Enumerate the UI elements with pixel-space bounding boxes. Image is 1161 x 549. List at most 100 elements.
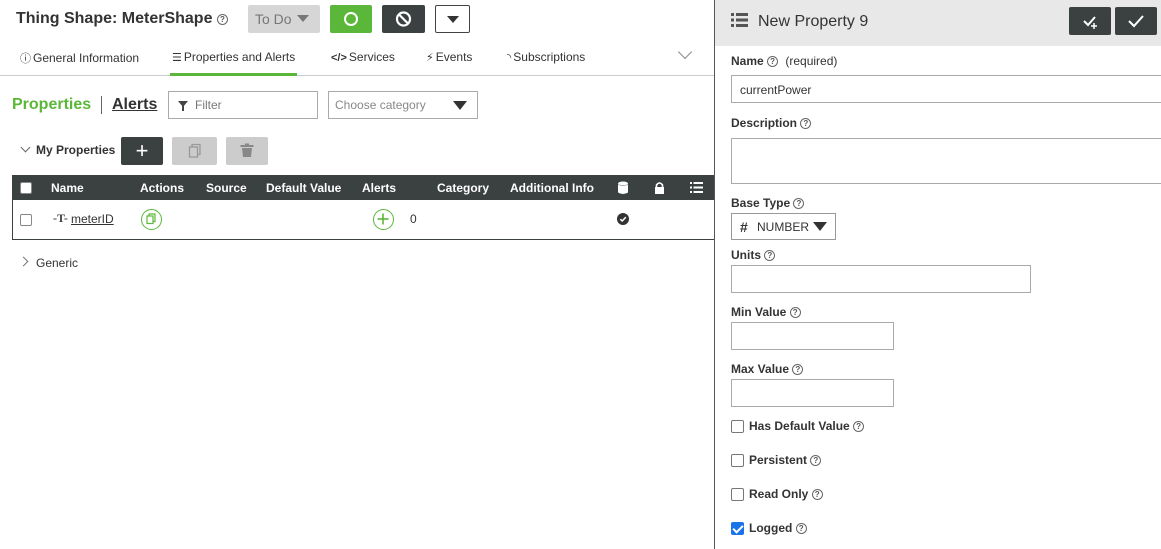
help-icon[interactable]: ? [767,56,779,67]
select-all-checkbox[interactable] [20,182,32,194]
copy-icon [146,213,156,225]
logged-checkbox[interactable] [731,522,744,535]
description-label: Description ? [731,116,812,130]
filter-input[interactable]: Filter [168,91,318,119]
base-type-label: Base Type ? [731,196,805,210]
duplicate-property-button[interactable] [172,137,217,165]
category-select[interactable]: Choose category [328,91,478,119]
column-default-value[interactable]: Default Value [266,181,341,195]
copy-action-button[interactable] [141,209,162,230]
page-title: Thing Shape: MeterShape ? [16,10,228,28]
logged-label: Logged ? [749,521,807,535]
max-value-field[interactable] [731,379,894,407]
column-actions: Actions [140,181,185,195]
help-icon[interactable]: ? [795,523,807,534]
help-icon[interactable]: ? [853,421,865,432]
number-type-icon: # [740,219,748,235]
help-icon[interactable]: ? [789,307,801,318]
generic-group[interactable]: Generic [0,253,200,273]
tab-services[interactable]: </> Services [329,50,397,76]
column-additional-info[interactable]: Additional Info [510,181,594,195]
persistent-checkbox[interactable] [731,454,744,467]
name-field[interactable]: currentPower [731,75,1161,103]
units-field[interactable] [731,265,1031,293]
check-icon [1128,15,1144,28]
read-only-checkbox[interactable] [731,488,744,501]
my-properties-header: My Properties + [0,136,714,166]
more-actions-dropdown[interactable] [435,5,470,33]
tab-bar: ⓘ General Information ☰ Properties and Ale… [0,44,714,76]
min-value-label: Min Value ? [731,305,801,319]
help-icon[interactable]: ? [810,455,822,466]
save-button[interactable] [330,5,372,33]
properties-link[interactable]: Properties [12,96,91,114]
state-dropdown[interactable]: To Do [248,5,320,33]
caret-down-icon [453,101,467,110]
read-only-label: Read Only ? [749,487,823,501]
info-circle-icon: ⓘ [20,53,31,65]
tab-subscriptions[interactable]: ◝ Subscriptions [505,50,587,76]
help-icon[interactable]: ? [800,118,812,129]
ban-icon [395,11,412,27]
table-header: Name Actions Source Default Value Alerts… [13,176,715,200]
my-properties-label[interactable]: My Properties [36,143,115,157]
top-bar: Thing Shape: MeterShape ? To Do [0,0,714,40]
code-icon: </> [331,52,347,64]
column-alerts[interactable]: Alerts [362,181,396,195]
min-value-field[interactable] [731,322,894,350]
max-value-label: Max Value ? [731,362,804,376]
help-icon[interactable]: ? [793,198,805,209]
apply-button[interactable] [1115,7,1157,35]
chevron-down-icon[interactable] [677,44,693,60]
help-icon[interactable]: ? [216,14,228,25]
alerts-count: 0 [410,212,417,226]
help-icon[interactable]: ? [811,489,823,500]
thing-shape-editor: Thing Shape: MeterShape ? To Do ⓘ General… [0,0,715,549]
apply-and-add-button[interactable] [1069,7,1111,35]
help-icon[interactable]: ? [764,250,776,261]
chevron-down-icon[interactable] [20,142,31,153]
help-icon[interactable]: ? [792,364,804,375]
list-icon: ☰ [172,52,182,64]
string-type-icon: -T- [53,211,68,225]
database-icon [618,181,628,194]
units-label: Units ? [731,248,776,262]
has-default-value-checkbox[interactable] [731,420,744,433]
properties-table: Name Actions Source Default Value Alerts… [12,175,715,240]
lock-icon [655,182,664,194]
column-source[interactable]: Source [206,181,247,195]
description-field[interactable] [731,138,1161,184]
column-name[interactable]: Name [51,181,84,195]
tab-general-information[interactable]: ⓘ General Information [18,50,141,76]
new-property-panel: New Property 9 Name ? (required) current… [714,0,1161,549]
generic-label: Generic [36,256,79,270]
panel-title: New Property 9 [758,13,869,30]
base-type-select[interactable]: # NUMBER [731,213,836,240]
caret-down-icon [447,16,459,23]
tab-properties-and-alerts[interactable]: ☰ Properties and Alerts [170,50,298,76]
plus-icon [377,213,389,225]
rss-icon: ◝ [507,52,512,64]
add-alert-button[interactable] [373,209,394,230]
property-name-link[interactable]: meterID [71,212,114,226]
delete-property-button[interactable] [226,137,268,165]
add-property-button[interactable]: + [121,137,163,165]
panel-header: New Property 9 [715,0,1161,46]
caret-down-icon [813,222,827,231]
name-label: Name ? (required) [731,54,838,68]
alerts-link[interactable]: Alerts [112,96,157,114]
chevron-right-icon [18,256,29,267]
divider [101,96,102,114]
column-category[interactable]: Category [437,181,489,195]
has-default-value-label: Has Default Value ? [749,419,865,433]
cancel-button[interactable] [382,5,425,33]
properties-toolbar: Properties Alerts Filter Choose category [0,90,714,120]
copy-icon [188,143,201,158]
lightning-icon: ⚡ [426,52,434,64]
table-row: -T- meterID 0 [13,200,715,240]
caret-down-icon [297,15,309,22]
tab-events[interactable]: ⚡ Events [424,50,474,76]
logged-check-icon [617,213,629,225]
row-checkbox[interactable] [20,214,32,226]
persistent-label: Persistent ? [749,453,822,467]
